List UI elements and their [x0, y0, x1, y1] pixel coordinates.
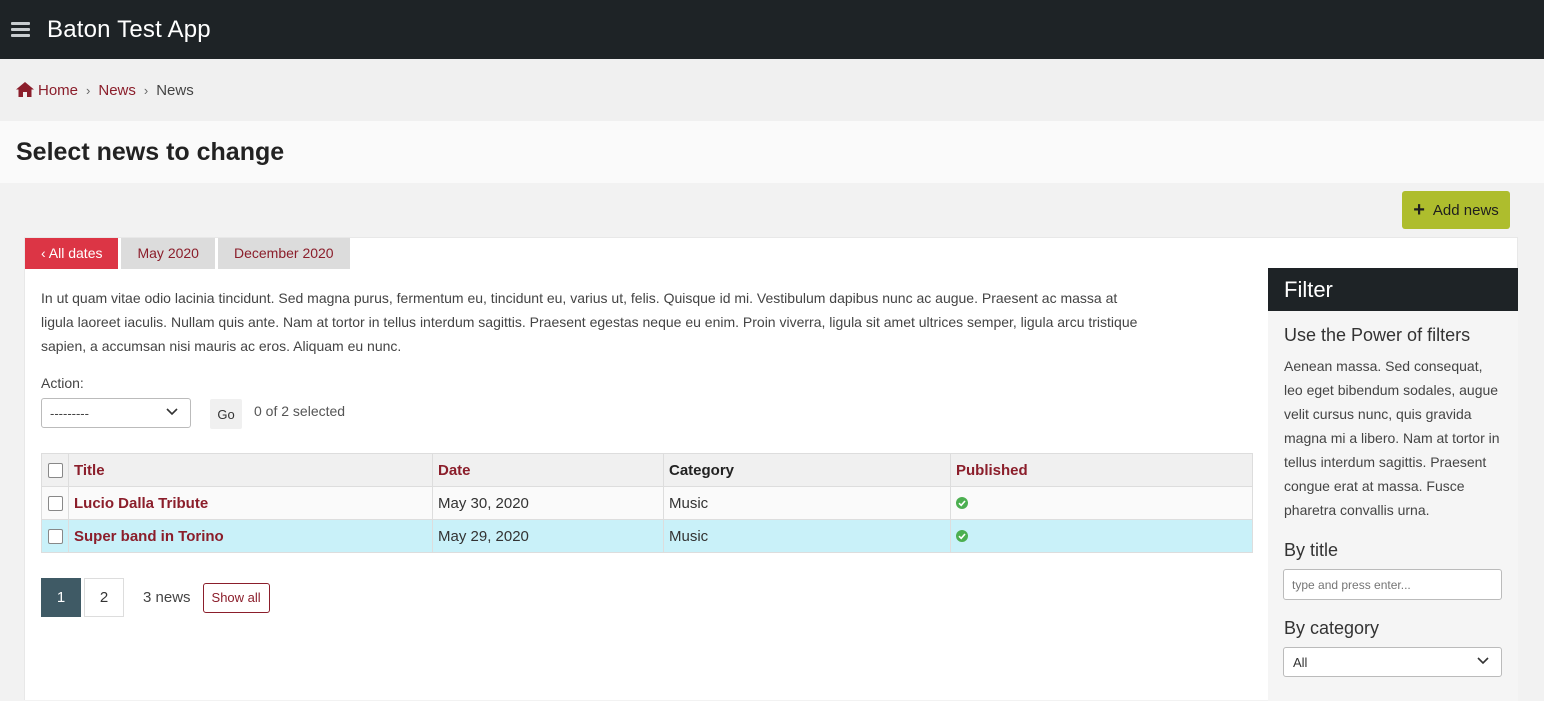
topbar: Baton Test App — [0, 0, 1544, 59]
filter-by-title-label: By title — [1284, 540, 1339, 560]
breadcrumb-news-app[interactable]: News — [98, 82, 136, 99]
column-header-category: Category — [663, 453, 951, 487]
published-cell — [950, 486, 1253, 520]
page-1-button[interactable]: 1 — [41, 578, 81, 617]
plus-icon: + — [1413, 199, 1425, 221]
filter-by-category-label: By category — [1284, 618, 1380, 638]
breadcrumb-separator: › — [86, 82, 91, 98]
row-select-cell — [41, 486, 69, 520]
select-all-checkbox[interactable] — [47, 463, 63, 479]
action-select-value: --------- — [50, 405, 89, 421]
filter-subtitle: Use the Power of filters — [1284, 325, 1471, 345]
app-title[interactable]: Baton Test App — [47, 16, 211, 44]
date-tab-may-2020[interactable]: May 2020 — [121, 238, 215, 269]
add-news-label: Add news — [1432, 201, 1499, 219]
breadcrumb-home-label: Home — [38, 81, 79, 99]
breadcrumb: Home › News › News — [0, 59, 1544, 121]
date-tab-all[interactable]: ‹ All dates — [25, 238, 119, 269]
filter-description: Aenean massa. Sed consequat, leo eget bi… — [1284, 358, 1500, 518]
date-hierarchy: ‹ All dates May 2020 December 2020 — [25, 238, 353, 269]
go-button[interactable]: Go — [210, 399, 242, 429]
page-title: Select news to change — [16, 137, 285, 166]
news-title-link[interactable]: Lucio Dalla Tribute — [74, 495, 208, 512]
page-2-button[interactable]: 2 — [84, 578, 124, 617]
filter-title: Filter — [1268, 268, 1518, 311]
row-checkbox[interactable] — [47, 496, 63, 512]
table-header-row: Title Date Category Published — [41, 453, 1253, 487]
column-header-published[interactable]: Published — [950, 453, 1253, 487]
date-tab-december-2020[interactable]: December 2020 — [217, 238, 350, 269]
results-table: Title Date Category Published Lucio Dall… — [41, 453, 1253, 553]
show-all-button[interactable]: Show all — [202, 582, 270, 613]
select-all-cell — [41, 453, 69, 487]
title-cell: Lucio Dalla Tribute — [68, 486, 433, 520]
filter-category-value: All — [1293, 654, 1308, 670]
title-cell: Super band in Torino — [68, 519, 433, 553]
date-cell: May 29, 2020 — [432, 519, 664, 553]
table-row: Super band in Torino May 29, 2020 Music — [41, 519, 1253, 553]
action-select[interactable]: --------- — [41, 398, 191, 428]
add-news-button[interactable]: + Add news — [1402, 191, 1510, 229]
category-cell: Music — [663, 486, 951, 520]
date-cell: May 30, 2020 — [432, 486, 664, 520]
published-cell — [950, 519, 1253, 553]
pagination: 1 2 3 news Show all — [41, 578, 270, 617]
row-checkbox[interactable] — [47, 529, 63, 545]
menu-icon[interactable] — [11, 21, 31, 38]
chevron-down-icon — [1477, 657, 1489, 665]
published-check-icon — [956, 529, 968, 542]
chevron-down-icon — [166, 408, 178, 416]
row-select-cell — [41, 519, 69, 553]
category-cell: Music — [663, 519, 951, 553]
changelist-description: In ut quam vitae odio lacinia tincidunt.… — [41, 290, 1138, 354]
selection-counter: 0 of 2 selected — [254, 403, 346, 419]
column-header-date[interactable]: Date — [432, 453, 664, 487]
title-bar: Select news to change — [0, 121, 1544, 183]
news-title-link[interactable]: Super band in Torino — [74, 528, 224, 545]
table-row: Lucio Dalla Tribute May 30, 2020 Music — [41, 486, 1253, 520]
filter-category-select[interactable]: All — [1283, 647, 1502, 677]
column-header-title[interactable]: Title — [68, 453, 433, 487]
home-icon — [16, 81, 34, 97]
action-label: Action: — [41, 375, 84, 391]
changelist-panel: ‹ All dates May 2020 December 2020 In ut… — [24, 237, 1518, 701]
breadcrumb-current: News — [156, 81, 194, 99]
filter-title-input[interactable] — [1283, 569, 1502, 600]
breadcrumb-home[interactable]: Home — [16, 81, 79, 99]
breadcrumb-separator: › — [143, 82, 149, 98]
result-count: 3 news — [143, 589, 191, 606]
published-check-icon — [956, 496, 968, 509]
filter-sidebar: Filter Use the Power of filters Aenean m… — [1268, 268, 1518, 701]
